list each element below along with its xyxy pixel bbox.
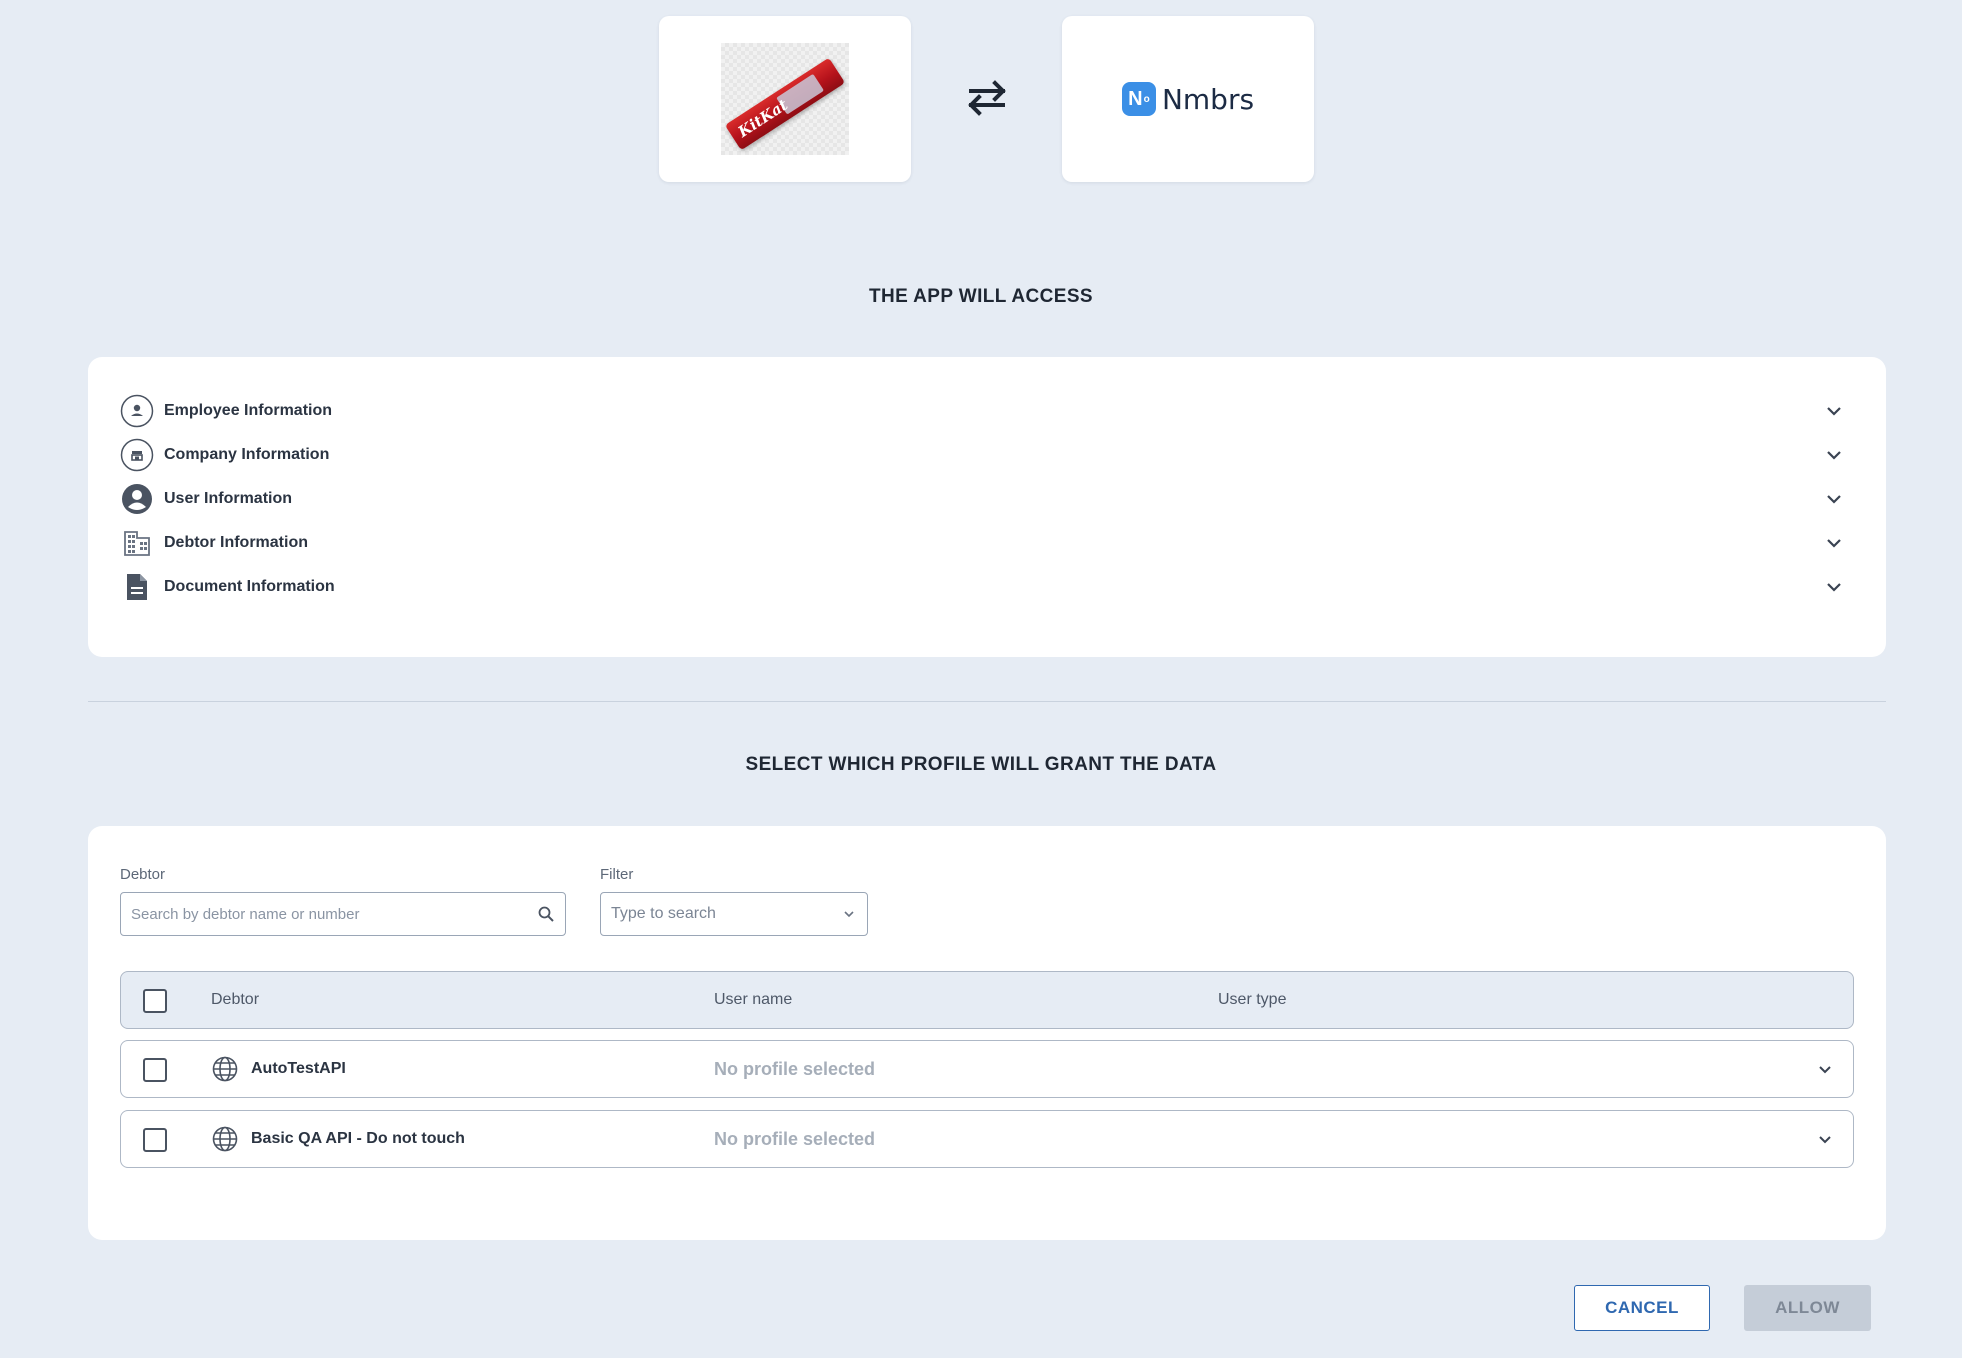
chevron-down-icon[interactable] xyxy=(1815,1059,1835,1079)
column-header-user-name: User name xyxy=(714,991,793,1008)
permission-label: Debtor Information xyxy=(164,534,308,551)
document-icon xyxy=(120,570,154,604)
globe-icon xyxy=(212,1126,238,1152)
chevron-down-icon[interactable] xyxy=(1815,1129,1835,1149)
debtor-search-field xyxy=(120,892,566,936)
chevron-down-icon xyxy=(844,911,854,918)
permission-label: User Information xyxy=(164,490,293,507)
permission-employee-information[interactable]: Employee Information xyxy=(120,394,1854,428)
kitkat-product-image: KitKat xyxy=(721,43,849,155)
chevron-down-icon[interactable] xyxy=(1824,489,1844,509)
account-circle-icon xyxy=(120,482,154,516)
app-logo-card: KitKat xyxy=(659,16,911,182)
select-all-checkbox[interactable] xyxy=(143,989,167,1013)
column-header-debtor: Debtor xyxy=(211,991,260,1008)
profile-select[interactable]: No profile selected xyxy=(714,1041,875,1097)
permission-label: Company Information xyxy=(164,446,330,463)
building-icon xyxy=(120,526,154,560)
nmbrs-logo: No Nmbrs xyxy=(1121,82,1255,116)
debtor-name: AutoTestAPI xyxy=(251,1060,346,1077)
filter-select[interactable]: Type to search xyxy=(600,892,868,936)
permission-user-information[interactable]: User Information xyxy=(120,482,1854,516)
chevron-down-icon[interactable] xyxy=(1824,401,1844,421)
access-section-title: THE APP WILL ACCESS xyxy=(868,286,1093,307)
chevron-down-icon[interactable] xyxy=(1824,533,1844,553)
swap-arrows-icon xyxy=(968,80,1006,116)
debtor-field-label: Debtor xyxy=(120,866,166,883)
allow-button[interactable]: ALLOW xyxy=(1744,1285,1871,1331)
section-divider xyxy=(88,701,1886,702)
permission-label: Document Information xyxy=(164,578,335,595)
chevron-down-icon[interactable] xyxy=(1824,445,1844,465)
profile-select[interactable]: No profile selected xyxy=(714,1111,875,1167)
permission-label: Employee Information xyxy=(164,402,333,419)
table-row: Basic QA API - Do not touch No profile s… xyxy=(120,1110,1854,1168)
debtor-cell: Basic QA API - Do not touch xyxy=(211,1111,465,1167)
debtor-cell: AutoTestAPI xyxy=(211,1041,346,1097)
filter-field-label: Filter xyxy=(600,866,634,883)
globe-icon xyxy=(212,1056,238,1082)
search-icon[interactable] xyxy=(537,905,555,923)
table-row: AutoTestAPI No profile selected xyxy=(120,1040,1854,1098)
chevron-down-icon[interactable] xyxy=(1824,577,1844,597)
debtor-search-input[interactable] xyxy=(131,905,537,923)
filter-placeholder: Type to search xyxy=(611,905,716,922)
permission-debtor-information[interactable]: Debtor Information xyxy=(120,526,1854,560)
permission-company-information[interactable]: Company Information xyxy=(120,438,1854,472)
row-checkbox[interactable] xyxy=(143,1058,167,1082)
profile-section-title: SELECT WHICH PROFILE WILL GRANT THE DATA xyxy=(745,754,1217,775)
company-circle-icon xyxy=(120,438,154,472)
table-header: Debtor User name User type xyxy=(120,971,1854,1029)
row-checkbox[interactable] xyxy=(143,1128,167,1152)
nmbrs-wordmark: Nmbrs xyxy=(1161,82,1255,116)
column-header-user-type: User type xyxy=(1218,991,1287,1008)
person-circle-icon xyxy=(120,394,154,428)
nmbrs-mark-icon: No xyxy=(1121,82,1156,116)
profile-card: Debtor Filter Type to search Debtor User… xyxy=(88,826,1886,1240)
partner-logo-card: No Nmbrs xyxy=(1062,16,1314,182)
permission-document-information[interactable]: Document Information xyxy=(120,570,1854,604)
debtor-name: Basic QA API - Do not touch xyxy=(251,1130,465,1147)
access-card: Employee Information Company Information… xyxy=(88,357,1886,657)
cancel-button[interactable]: CANCEL xyxy=(1574,1285,1710,1331)
